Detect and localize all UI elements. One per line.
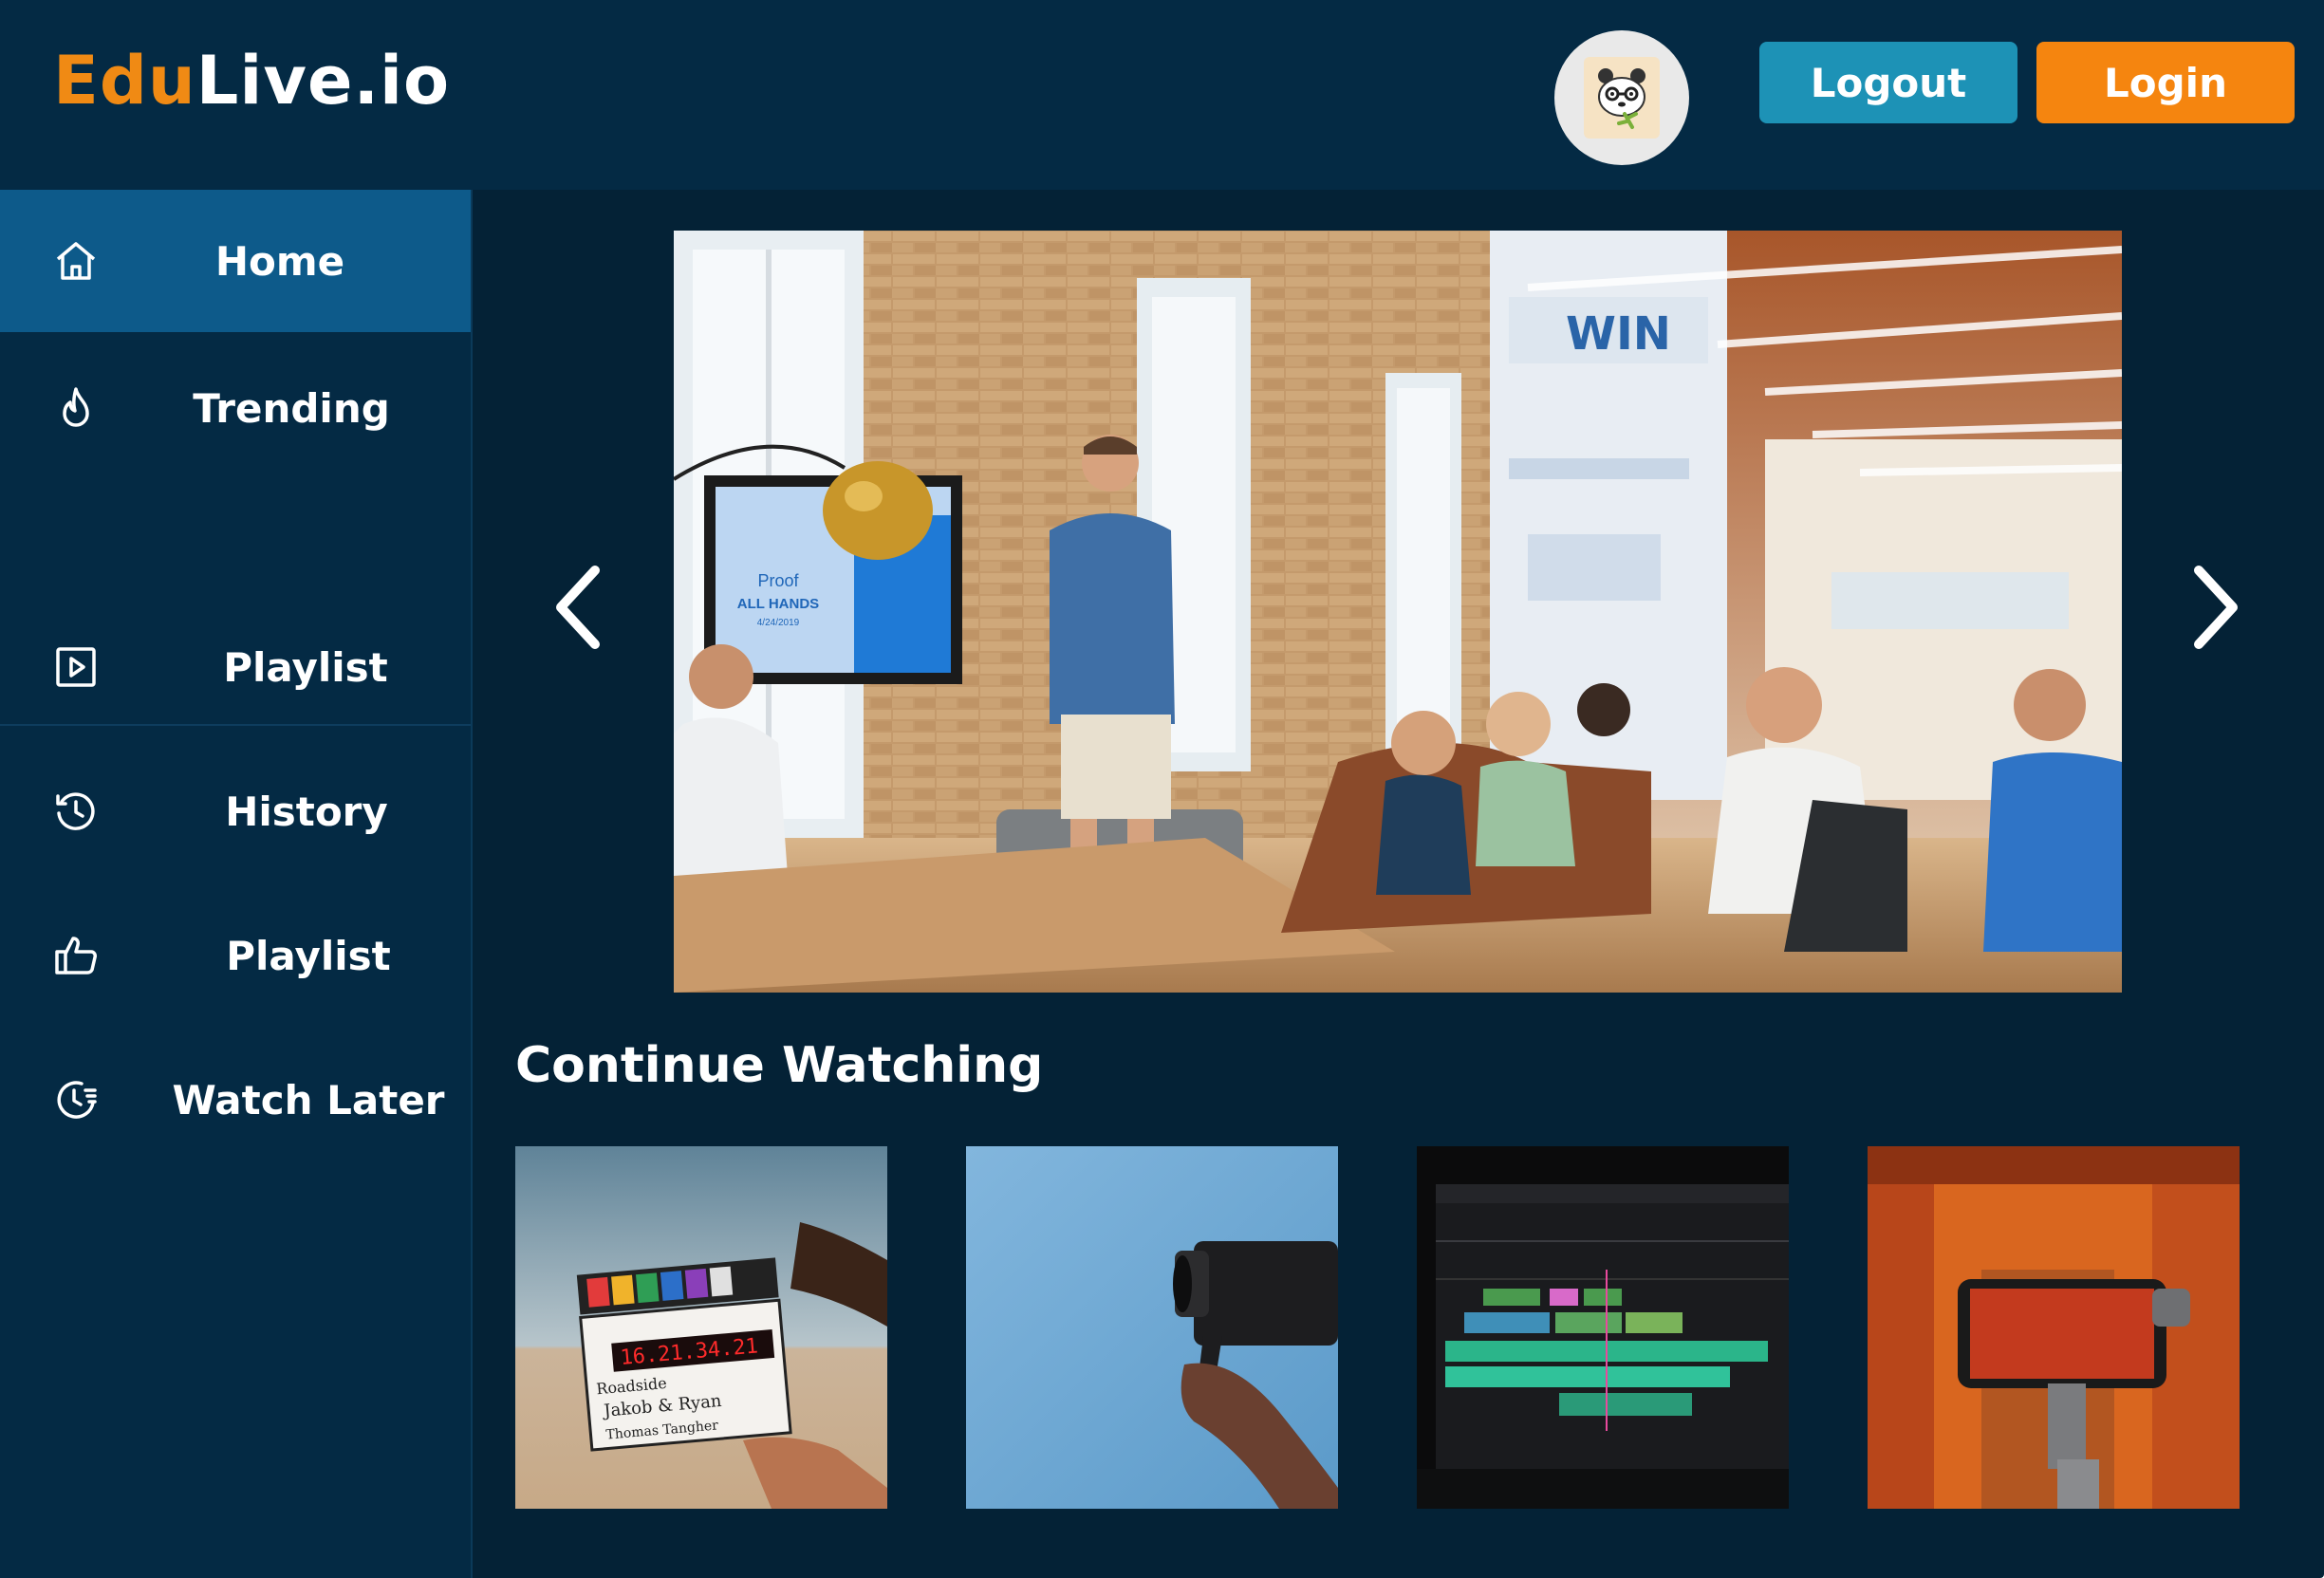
screen-title: Proof <box>757 571 799 590</box>
screen-date: 4/24/2019 <box>757 618 800 628</box>
clapperboard-image: 16.21.34.21 Roadside Jakob & Ryan Thomas… <box>515 1146 887 1509</box>
brand-logo-part2: Live.io <box>195 42 451 120</box>
sidebar-item-label: Trending <box>193 384 390 432</box>
thumbs-up-icon <box>53 933 99 978</box>
video-editor-image <box>1417 1146 1789 1509</box>
video-thumbnail[interactable] <box>1417 1146 1789 1509</box>
app-window: EduLive.io Logout Login Home Trending Pl… <box>0 0 2324 1578</box>
sidebar-item-liked-playlist[interactable]: Playlist <box>0 884 471 1027</box>
screen-subtitle: ALL HANDS <box>737 596 819 612</box>
avatar[interactable] <box>1554 30 1689 165</box>
carousel-next-button[interactable] <box>2183 560 2249 655</box>
wall-win-text: WIN <box>1566 307 1671 361</box>
brand-logo[interactable]: EduLive.io <box>53 42 450 120</box>
sidebar-item-trending[interactable]: Trending <box>0 337 471 479</box>
video-thumbnail[interactable] <box>966 1146 1338 1509</box>
phone-gimbal-image <box>1868 1146 2240 1509</box>
office-presentation-image: WIN Proof ALL HANDS 4/24/2019 <box>674 231 2122 993</box>
sidebar-item-label: History <box>225 788 388 835</box>
home-icon <box>53 238 99 284</box>
sidebar-item-label: Watch Later <box>172 1076 445 1123</box>
video-thumbnail[interactable] <box>1868 1146 2240 1509</box>
login-button[interactable]: Login <box>2036 42 2295 123</box>
hero-banner-image[interactable]: WIN Proof ALL HANDS 4/24/2019 <box>674 231 2122 993</box>
chevron-right-icon <box>2194 566 2238 649</box>
panda-avatar-icon <box>1584 57 1660 139</box>
flame-icon <box>53 385 99 431</box>
sidebar-item-label: Playlist <box>226 932 391 979</box>
sidebar-item-playlist[interactable]: Playlist <box>0 596 471 738</box>
continue-watching-heading: Continue Watching <box>515 1037 1044 1094</box>
brand-logo-part1: Edu <box>53 42 196 120</box>
sidebar: Home Trending Playlist History Playlist … <box>0 190 473 1578</box>
sidebar-item-watch-later[interactable]: Watch Later <box>0 1029 471 1171</box>
history-icon <box>53 789 99 834</box>
sidebar-item-home[interactable]: Home <box>0 190 471 332</box>
logout-button[interactable]: Logout <box>1759 42 2017 123</box>
top-header: EduLive.io Logout Login <box>0 0 2324 190</box>
video-thumbnail[interactable]: 16.21.34.21 Roadside Jakob & Ryan Thomas… <box>515 1146 887 1509</box>
chevron-left-icon <box>556 566 600 649</box>
camcorder-image <box>966 1146 1338 1509</box>
sidebar-item-label: Playlist <box>223 643 388 691</box>
sidebar-item-history[interactable]: History <box>0 740 471 882</box>
sidebar-item-label: Home <box>214 237 345 285</box>
carousel-prev-button[interactable] <box>545 560 611 655</box>
watch-later-icon <box>53 1077 99 1123</box>
play-square-icon <box>53 644 99 690</box>
